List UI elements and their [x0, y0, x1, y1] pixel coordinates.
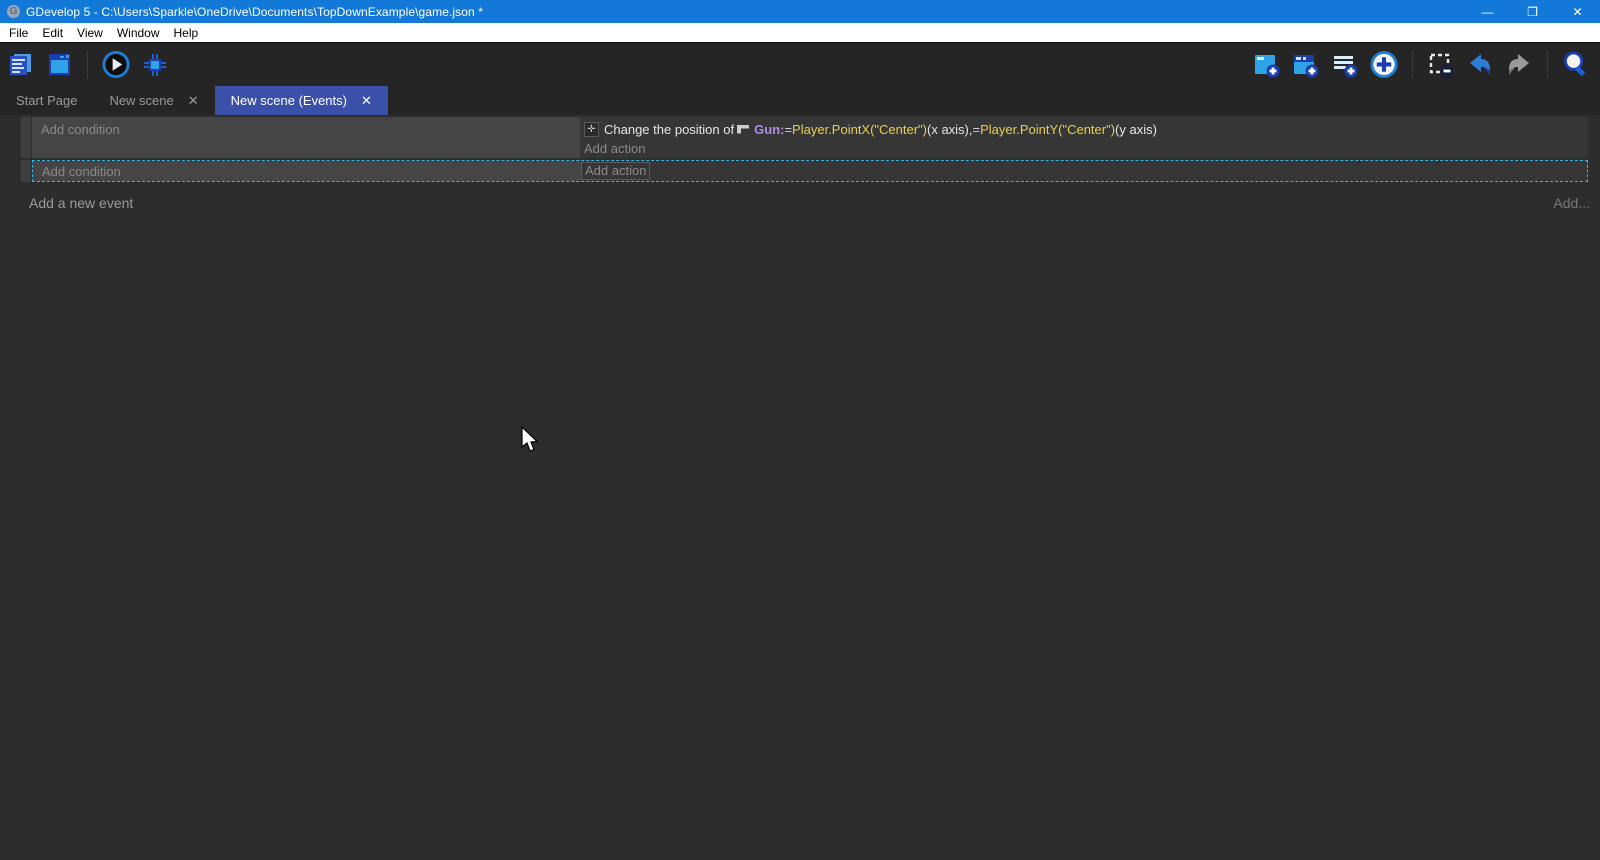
window-title: GDevelop 5 - C:\Users\Sparkle\OneDrive\D… — [26, 5, 1465, 19]
tab-bar: Start Page New scene ✕ New scene (Events… — [0, 86, 1600, 115]
menu-window[interactable]: Window — [110, 23, 167, 42]
conditions-cell[interactable]: Add condition — [33, 161, 581, 181]
remove-selection-icon[interactable] — [1427, 51, 1455, 79]
conditions-cell[interactable]: Add condition — [32, 117, 580, 158]
action-text: (x axis), — [927, 122, 973, 137]
menu-edit[interactable]: Edit — [35, 23, 70, 42]
redo-icon[interactable] — [1505, 51, 1533, 79]
tab-close-icon[interactable]: ✕ — [361, 93, 372, 109]
add-new-event-button[interactable]: Add a new event — [29, 195, 133, 211]
event-grip-handle[interactable] — [21, 117, 31, 158]
tab-label: New scene — [109, 93, 173, 108]
expression-x: Player.PointX("Center") — [792, 122, 927, 137]
titlebar: G GDevelop 5 - C:\Users\Sparkle\OneDrive… — [0, 0, 1600, 23]
add-condition-placeholder[interactable]: Add condition — [42, 164, 121, 179]
action-text: Change the position of — [604, 122, 734, 137]
action-text: (y axis) — [1115, 122, 1157, 137]
play-preview-icon[interactable] — [102, 51, 130, 79]
toolbar-separator — [87, 51, 88, 79]
menu-bar: File Edit View Window Help — [0, 23, 1600, 42]
tab-new-scene-events[interactable]: New scene (Events) ✕ — [215, 86, 388, 115]
menu-help[interactable]: Help — [167, 23, 206, 42]
tab-start-page[interactable]: Start Page — [0, 86, 93, 115]
minimize-button[interactable]: — — [1465, 0, 1510, 23]
events-sheet: Add condition ✛ Change the position of G… — [0, 115, 1600, 860]
expression-y: Player.PointY("Center") — [980, 122, 1115, 137]
scene-editor-icon[interactable] — [45, 51, 73, 79]
restore-button[interactable]: ❐ — [1510, 0, 1555, 23]
add-action-placeholder[interactable]: Add action — [580, 139, 1588, 156]
add-more-button[interactable]: Add... — [1553, 195, 1590, 211]
project-manager-icon[interactable] — [6, 51, 34, 79]
add-condition-placeholder[interactable]: Add condition — [41, 122, 120, 137]
undo-icon[interactable] — [1466, 51, 1494, 79]
actions-cell[interactable]: Add action — [581, 161, 1587, 181]
tab-label: Start Page — [16, 93, 77, 108]
search-icon[interactable] — [1562, 51, 1590, 79]
action-change-position[interactable]: ✛ Change the position of Gun : = Player.… — [580, 119, 1588, 139]
toolbar-separator — [1412, 51, 1413, 79]
position-action-icon: ✛ — [584, 122, 599, 137]
add-circle-icon[interactable] — [1370, 51, 1398, 79]
toolbar-separator — [1547, 51, 1548, 79]
close-button[interactable]: ✕ — [1555, 0, 1600, 23]
menu-view[interactable]: View — [70, 23, 110, 42]
event-row-2: Add condition Add action — [21, 160, 1588, 182]
gun-object-icon — [736, 124, 750, 135]
add-sub-event-icon[interactable] — [1292, 51, 1320, 79]
toolbar — [0, 42, 1600, 86]
event-grip-handle[interactable] — [21, 160, 31, 182]
action-text: = — [784, 122, 792, 137]
tab-label: New scene (Events) — [231, 93, 347, 108]
add-event-icon[interactable] — [1253, 51, 1281, 79]
action-text: = — [973, 122, 981, 137]
events-footer: Add a new event Add... — [29, 195, 1590, 211]
object-name: Gun — [754, 122, 780, 137]
tab-close-icon[interactable]: ✕ — [188, 93, 199, 109]
debugger-icon[interactable] — [141, 51, 169, 79]
add-action-placeholder[interactable]: Add action — [581, 162, 650, 180]
tab-new-scene[interactable]: New scene ✕ — [93, 86, 214, 115]
menu-file[interactable]: File — [2, 23, 35, 42]
add-comment-icon[interactable] — [1331, 51, 1359, 79]
selected-event-outline[interactable]: Add condition Add action — [32, 160, 1588, 182]
gdevelop-logo-icon: G — [7, 5, 20, 18]
event-row-1: Add condition ✛ Change the position of G… — [21, 117, 1588, 158]
actions-cell[interactable]: ✛ Change the position of Gun : = Player.… — [580, 117, 1588, 158]
